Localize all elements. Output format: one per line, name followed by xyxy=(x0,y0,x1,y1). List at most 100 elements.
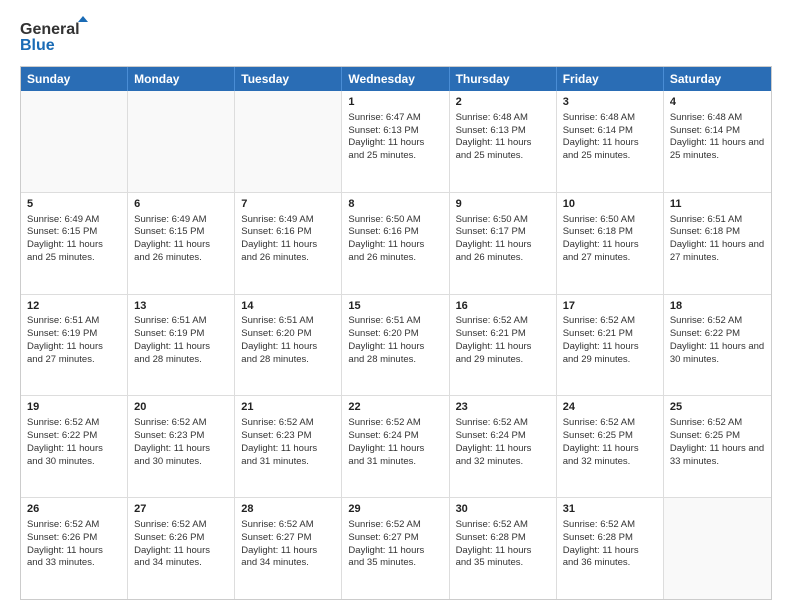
empty-cell xyxy=(664,498,771,599)
day-cell-24: 24Sunrise: 6:52 AMSunset: 6:25 PMDayligh… xyxy=(557,396,664,497)
day-cell-7: 7Sunrise: 6:49 AMSunset: 6:16 PMDaylight… xyxy=(235,193,342,294)
day-number: 19 xyxy=(27,400,121,415)
sunrise-text: Sunrise: 6:52 AM xyxy=(563,417,635,428)
daylight-text: Daylight: 11 hours and 30 minutes. xyxy=(27,443,103,467)
day-cell-20: 20Sunrise: 6:52 AMSunset: 6:23 PMDayligh… xyxy=(128,396,235,497)
day-number: 10 xyxy=(563,197,657,212)
daylight-text: Daylight: 11 hours and 31 minutes. xyxy=(348,443,424,467)
day-cell-13: 13Sunrise: 6:51 AMSunset: 6:19 PMDayligh… xyxy=(128,295,235,396)
day-cell-16: 16Sunrise: 6:52 AMSunset: 6:21 PMDayligh… xyxy=(450,295,557,396)
day-cell-9: 9Sunrise: 6:50 AMSunset: 6:17 PMDaylight… xyxy=(450,193,557,294)
day-cell-27: 27Sunrise: 6:52 AMSunset: 6:26 PMDayligh… xyxy=(128,498,235,599)
daylight-text: Daylight: 11 hours and 26 minutes. xyxy=(348,239,424,263)
day-cell-29: 29Sunrise: 6:52 AMSunset: 6:27 PMDayligh… xyxy=(342,498,449,599)
header-day-sunday: Sunday xyxy=(21,67,128,91)
sunrise-text: Sunrise: 6:52 AM xyxy=(134,417,206,428)
daylight-text: Daylight: 11 hours and 34 minutes. xyxy=(134,545,210,569)
daylight-text: Daylight: 11 hours and 31 minutes. xyxy=(241,443,317,467)
day-cell-15: 15Sunrise: 6:51 AM Sunset: 6:20 PM Dayligh… xyxy=(342,295,449,396)
day-number: 18 xyxy=(670,299,765,314)
sunrise-text: Sunrise: 6:52 AM xyxy=(348,519,420,530)
calendar-week-4: 19 Sunrise: 6:52 AM Sunset: 6:22 PM Dayligh… xyxy=(21,396,771,498)
calendar: SundayMondayTuesdayWednesdayThursdayFrid… xyxy=(20,66,772,600)
sunset-text: Sunset: 6:20 PM xyxy=(241,328,311,339)
sunset-text: Sunset: 6:22 PM xyxy=(670,328,740,339)
day-cell-6: 6Sunrise: 6:49 AMSunset: 6:15 PMDaylight… xyxy=(128,193,235,294)
sunrise-text: Sunrise: 6:51 AM xyxy=(27,315,99,326)
day-number: 2 xyxy=(456,95,550,110)
sunrise-text: Sunrise: 6:48 AM xyxy=(456,112,528,123)
day-number: 7 xyxy=(241,197,335,212)
daylight-text: Daylight: 11 hours and 35 minutes. xyxy=(456,545,532,569)
day-cell-30: 30Sunrise: 6:52 AMSunset: 6:28 PMDayligh… xyxy=(450,498,557,599)
sunrise-text: Sunrise: 6:51 AM xyxy=(670,214,742,225)
sunset-text: Sunset: 6:22 PM xyxy=(27,430,97,441)
day-number: 22 xyxy=(348,400,442,415)
day-cell-28: 28Sunrise: 6:52 AMSunset: 6:27 PMDayligh… xyxy=(235,498,342,599)
daylight-text: Daylight: 11 hours and 26 minutes. xyxy=(241,239,317,263)
sunrise-text: Sunrise: 6:51 AM xyxy=(348,315,420,326)
header-day-saturday: Saturday xyxy=(664,67,771,91)
sunrise-text: Sunrise: 6:51 AM xyxy=(134,315,206,326)
daylight-text: Daylight: 11 hours and 33 minutes. xyxy=(670,443,764,467)
day-cell-23: 23Sunrise: 6:52 AMSunset: 6:24 PMDayligh… xyxy=(450,396,557,497)
sunrise-text: Sunrise: 6:50 AM xyxy=(456,214,528,225)
day-number: 5 xyxy=(27,197,121,212)
daylight-text: Daylight: 11 hours and 35 minutes. xyxy=(348,545,424,569)
day-number: 4 xyxy=(670,95,765,110)
day-number: 3 xyxy=(563,95,657,110)
empty-cell xyxy=(21,91,128,192)
day-number: 23 xyxy=(456,400,550,415)
sunset-text: Sunset: 6:13 PM xyxy=(456,125,526,136)
daylight-text: Daylight: 11 hours and 33 minutes. xyxy=(27,545,103,569)
daylight-text: Daylight: 11 hours and 29 minutes. xyxy=(456,341,532,365)
sunrise-text: Sunrise: 6:52 AM xyxy=(563,315,635,326)
day-number: 1 xyxy=(348,95,442,110)
day-number: 26 xyxy=(27,502,121,517)
daylight-text: Daylight: 11 hours and 28 minutes. xyxy=(348,341,424,365)
sunset-text: Sunset: 6:20 PM xyxy=(348,328,418,339)
daylight-text: Daylight: 11 hours and 27 minutes. xyxy=(27,341,103,365)
day-cell-21: 21Sunrise: 6:52 AMSunset: 6:23 PMDayligh… xyxy=(235,396,342,497)
day-number: 20 xyxy=(134,400,228,415)
daylight-text: Daylight: 11 hours and 34 minutes. xyxy=(241,545,317,569)
sunrise-text: Sunrise: 6:52 AM xyxy=(456,315,528,326)
day-number: 13 xyxy=(134,299,228,314)
day-number: 29 xyxy=(348,502,442,517)
day-cell-10: 10Sunrise: 6:50 AMSunset: 6:18 PMDayligh… xyxy=(557,193,664,294)
calendar-week-5: 26 Sunrise: 6:52 AM Sunset: 6:26 PM Dayligh… xyxy=(21,498,771,599)
sunset-text: Sunset: 6:18 PM xyxy=(670,226,740,237)
day-cell-5: 5Sunrise: 6:49 AMSunset: 6:15 PMDaylight… xyxy=(21,193,128,294)
day-number: 15 xyxy=(348,299,442,314)
sunrise-text: Sunrise: 6:50 AM xyxy=(348,214,420,225)
daylight-text: Daylight: 11 hours and 25 minutes. xyxy=(563,137,639,161)
sunset-text: Sunset: 6:23 PM xyxy=(241,430,311,441)
sunset-text: Sunset: 6:23 PM xyxy=(134,430,204,441)
day-number: 17 xyxy=(563,299,657,314)
calendar-body: 1Sunrise: 6:47 AMSunset: 6:13 PMDaylight… xyxy=(21,91,771,599)
sunset-text: Sunset: 6:26 PM xyxy=(27,532,97,543)
header-day-wednesday: Wednesday xyxy=(342,67,449,91)
sunset-text: Sunset: 6:18 PM xyxy=(563,226,633,237)
daylight-text: Daylight: 11 hours and 25 minutes. xyxy=(27,239,103,263)
sunrise-text: Sunrise: 6:48 AM xyxy=(670,112,742,123)
day-number: 16 xyxy=(456,299,550,314)
sunrise-text: Sunrise: 6:52 AM xyxy=(456,417,528,428)
sunrise-text: Sunrise: 6:49 AM xyxy=(241,214,313,225)
page: GeneralBlue SundayMondayTuesdayWednesday… xyxy=(0,0,792,612)
sunset-text: Sunset: 6:26 PM xyxy=(134,532,204,543)
sunrise-text: Sunrise: 6:52 AM xyxy=(27,519,99,530)
sunrise-text: Sunrise: 6:52 AM xyxy=(27,417,99,428)
svg-text:General: General xyxy=(20,21,80,38)
day-cell-11: 11Sunrise: 6:51 AMSunset: 6:18 PMDayligh… xyxy=(664,193,771,294)
day-number: 12 xyxy=(27,299,121,314)
sunset-text: Sunset: 6:19 PM xyxy=(134,328,204,339)
daylight-text: Daylight: 11 hours and 26 minutes. xyxy=(134,239,210,263)
sunrise-text: Sunrise: 6:52 AM xyxy=(241,417,313,428)
sunrise-text: Sunrise: 6:52 AM xyxy=(670,315,742,326)
sunrise-text: Sunrise: 6:52 AM xyxy=(670,417,742,428)
daylight-text: Daylight: 11 hours and 32 minutes. xyxy=(456,443,532,467)
day-cell-25: 25Sunrise: 6:52 AMSunset: 6:25 PMDayligh… xyxy=(664,396,771,497)
sunrise-text: Sunrise: 6:52 AM xyxy=(456,519,528,530)
sunset-text: Sunset: 6:15 PM xyxy=(27,226,97,237)
